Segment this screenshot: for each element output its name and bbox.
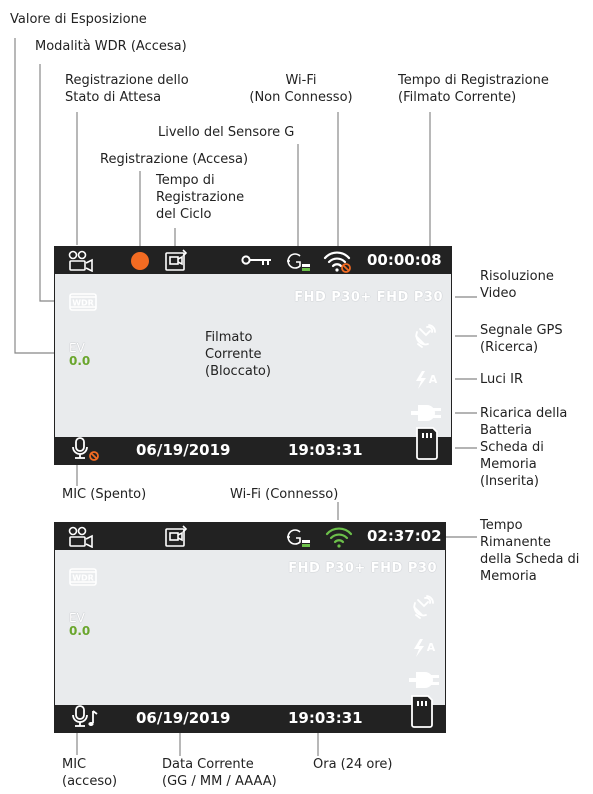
lock-key-icon — [241, 255, 271, 265]
wifi-on-icon — [325, 527, 353, 548]
wdr-icon: WDR — [69, 568, 97, 586]
label-video-resolution: Risoluzione Video — [480, 269, 554, 301]
ev-value: 0.0 — [69, 624, 91, 638]
label-mic-off: MIC (Spento) — [62, 487, 147, 502]
g-sensor-icon — [287, 253, 310, 271]
standby-icon — [68, 250, 93, 272]
gps-icon — [415, 324, 436, 348]
exposure-value: EV 0.0 — [69, 342, 90, 368]
video-resolution: FHD P30+ FHD P30 — [294, 290, 443, 305]
current-time: 19:03:31 — [288, 709, 363, 727]
sd-card-icon — [416, 427, 438, 460]
label-wifi-connected: Wi-Fi (Connesso) — [230, 487, 339, 502]
label-standby-recording: Registrazione dello Stato di Attesa — [65, 73, 189, 105]
standby-icon — [68, 526, 93, 548]
g-sensor-icon — [287, 529, 310, 547]
bottom-status-bar: 06/19/2019 19:03:31 — [55, 427, 451, 464]
loop-icon — [165, 525, 188, 547]
label-battery-charging: Ricarica della Batteria — [480, 406, 568, 438]
top-status-bar: 00:00:08 — [55, 247, 451, 274]
svg-text:A: A — [429, 373, 438, 386]
screen-standby: 02:37:02 WDR EV 0.0 FHD P30+ FHD P30 A 0… — [54, 522, 446, 733]
label-file-locked: Filmato Corrente (Bloccato) — [205, 330, 271, 379]
label-recording-time: Tempo di Registrazione (Filmato Corrente… — [398, 73, 549, 105]
record-dot-icon — [131, 252, 149, 270]
label-sd-remaining-time: Tempo Rimanente della Scheda di Memoria — [480, 518, 580, 584]
charging-icon — [409, 672, 439, 688]
exposure-value: EV 0.0 — [69, 612, 90, 638]
label-exposure-value: Valore di Esposizione — [10, 12, 147, 27]
label-wifi-not-connected: Wi-Fi (Non Connesso) — [249, 73, 353, 105]
wifi-off-icon — [323, 251, 351, 273]
ir-icon: A — [416, 371, 438, 389]
mic-on-icon — [72, 705, 98, 727]
sd-card-icon — [411, 695, 433, 728]
charging-icon — [411, 405, 441, 421]
label-loop-recording-time: Tempo di Registrazione del Ciclo — [156, 173, 245, 222]
loop-icon — [165, 249, 188, 271]
current-time: 19:03:31 — [288, 441, 363, 459]
label-gps-signal: Segnale GPS (Ricerca) — [480, 323, 563, 355]
video-resolution: FHD P30+ FHD P30 — [288, 561, 437, 576]
svg-text:WDR: WDR — [72, 574, 94, 583]
label-mic-on: MIC (acceso) — [62, 757, 118, 789]
label-recording-on: Registrazione (Accesa) — [100, 152, 249, 167]
mic-off-icon — [72, 437, 99, 461]
svg-text:WDR: WDR — [72, 299, 94, 308]
label-ir-lights: Luci IR — [480, 372, 524, 387]
bottom-status-bar: 06/19/2019 19:03:31 — [55, 695, 445, 732]
wdr-icon: WDR — [69, 293, 97, 311]
top-status-bar: 02:37:02 — [55, 523, 445, 550]
label-g-sensor-level: Livello del Sensore G — [158, 125, 295, 140]
label-current-date: Data Corrente (GG / MM / AAAA) — [162, 757, 277, 789]
current-date: 06/19/2019 — [136, 441, 231, 459]
current-date: 06/19/2019 — [136, 709, 231, 727]
gps-icon — [413, 595, 434, 619]
remaining-time: 02:37:02 — [367, 527, 442, 545]
svg-text:A: A — [427, 641, 436, 654]
label-sd-card-inserted: Scheda di Memoria (Inserita) — [480, 440, 544, 489]
label-wdr-mode: Modalità WDR (Accesa) — [35, 39, 187, 54]
recording-time: 00:00:08 — [367, 251, 442, 269]
ir-icon: A — [414, 639, 436, 657]
ev-value: 0.0 — [69, 354, 91, 368]
label-time-24h: Ora (24 ore) — [313, 757, 393, 772]
